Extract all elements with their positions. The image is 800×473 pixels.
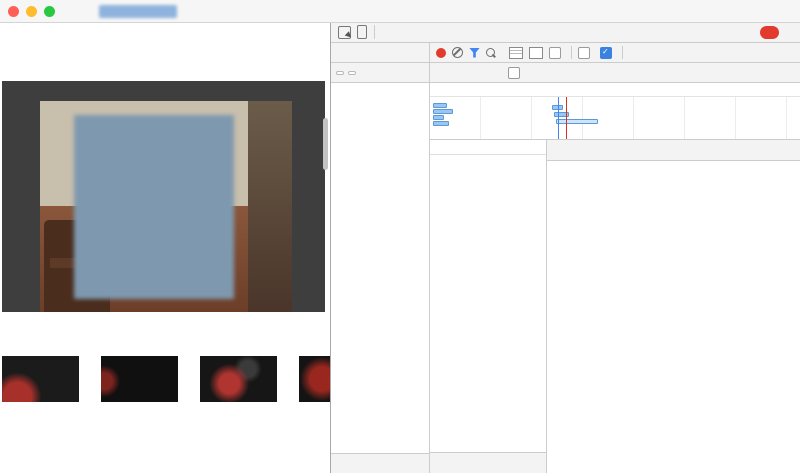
video-frame-furniture [248, 101, 292, 312]
checkbox-box [578, 46, 590, 59]
hide-data-urls-checkbox[interactable] [508, 66, 524, 79]
devtools-tabbar-right [760, 25, 796, 39]
overview-bar [433, 121, 449, 126]
network-summary [430, 452, 546, 473]
overview-bar [556, 119, 598, 124]
window-close-button[interactable] [8, 5, 19, 17]
preserve-log-checkbox[interactable] [578, 46, 594, 59]
related-videos-row [2, 356, 332, 402]
screen [0, 0, 800, 473]
video-redacted-region [74, 115, 234, 299]
details-tabbar [547, 140, 800, 161]
clear-icon[interactable] [452, 47, 463, 58]
url-redacted-domain [99, 4, 177, 18]
page-scrollbar[interactable] [323, 118, 328, 170]
network-toolbar [430, 43, 800, 63]
devtools-panel [330, 22, 800, 473]
timeline-ruler [430, 83, 800, 97]
video-player[interactable] [2, 81, 325, 312]
checkbox-box [508, 66, 520, 79]
filter-funnel-icon[interactable] [469, 47, 480, 58]
requests-table [430, 140, 547, 473]
checkbox-box-checked [600, 46, 612, 59]
window-zoom-button[interactable] [44, 5, 55, 17]
search-status-bar [331, 453, 429, 473]
web-page [0, 22, 332, 473]
video-thumbnail[interactable] [2, 356, 79, 402]
inspect-element-icon[interactable] [338, 25, 351, 39]
match-case-button[interactable] [336, 70, 344, 75]
divider [571, 46, 572, 59]
video-thumbnail[interactable] [299, 356, 332, 402]
regex-button[interactable] [348, 70, 356, 75]
name-column-header[interactable] [430, 140, 546, 155]
overview-bar [433, 115, 444, 120]
devtools-tabbar [331, 22, 800, 43]
browser-chrome [0, 0, 800, 23]
overview-bar [433, 109, 453, 114]
error-count-badge[interactable] [760, 25, 779, 39]
video-frame [40, 101, 292, 312]
divider [622, 46, 623, 59]
group-by-frame-checkbox[interactable] [549, 46, 565, 59]
record-icon[interactable] [436, 47, 446, 58]
page-nav [2, 28, 332, 48]
show-overview-icon[interactable] [529, 46, 543, 59]
network-main [430, 140, 800, 473]
divider [374, 25, 375, 39]
device-toolbar-icon[interactable] [357, 25, 367, 39]
waterfall-overview[interactable] [430, 97, 800, 140]
filter-input[interactable] [436, 65, 500, 80]
address-bar[interactable] [99, 4, 180, 18]
window-minimize-button[interactable] [26, 5, 37, 17]
overview-bar [433, 103, 447, 108]
window-controls [8, 5, 55, 17]
video-thumbnail[interactable] [200, 356, 277, 402]
checkbox-box [549, 46, 561, 59]
dom-content-loaded-line [558, 97, 559, 139]
request-list [430, 155, 546, 452]
load-event-line [566, 97, 567, 139]
search-options [331, 63, 429, 83]
video-thumbnail[interactable] [101, 356, 178, 402]
network-filter-bar [430, 63, 800, 83]
large-rows-icon[interactable] [509, 46, 523, 59]
headers-content [547, 161, 800, 473]
devtools-body [331, 43, 800, 473]
network-panel [430, 43, 800, 473]
search-panel-header [331, 43, 429, 63]
search-results [331, 83, 429, 453]
search-icon[interactable] [486, 48, 495, 57]
search-panel [331, 43, 430, 473]
disable-cache-checkbox[interactable] [600, 46, 616, 59]
request-details-pane [547, 140, 800, 473]
